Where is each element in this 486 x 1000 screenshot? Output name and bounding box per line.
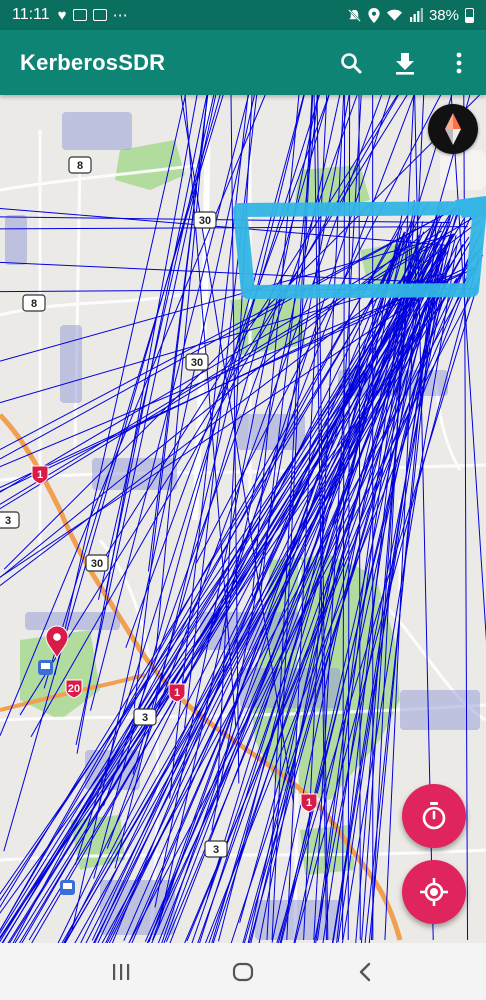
notification-icons: ♥ ⋯ <box>57 6 129 25</box>
mute-icon <box>348 8 361 22</box>
route-shield-label: 3 <box>142 712 148 724</box>
search-icon <box>341 52 362 73</box>
route-shield-label: 30 <box>199 215 211 227</box>
interstate-shield: 1 <box>300 793 318 813</box>
download-button[interactable] <box>378 36 432 90</box>
system-icons: 38% <box>347 7 474 24</box>
bus-stop-icon <box>60 880 75 895</box>
system-nav-bar <box>0 943 486 1000</box>
route-shield-label: 30 <box>191 357 203 369</box>
app-screen: 11:11 ♥ ⋯ 38% KerberosSDR 8 30 8 30 1 3 … <box>0 0 486 1000</box>
route-shield-label: 30 <box>91 558 103 570</box>
back-button[interactable] <box>335 947 395 997</box>
my-location-icon <box>420 878 448 906</box>
route-shield: 30 <box>193 211 217 229</box>
route-shield: 8 <box>68 156 92 174</box>
route-shield-label: 1 <box>174 687 180 699</box>
location-icon <box>368 7 380 23</box>
route-shield-label: 8 <box>31 298 37 310</box>
route-shield-label: 3 <box>5 515 11 527</box>
timer-icon <box>422 802 446 830</box>
heart-icon: ♥ <box>57 6 67 24</box>
status-bar: 11:11 ♥ ⋯ 38% <box>0 0 486 30</box>
route-shield-label: 1 <box>306 797 312 809</box>
bearing-line <box>144 277 440 942</box>
app-title: KerberosSDR <box>20 49 166 75</box>
mail-icon <box>92 9 107 21</box>
my-location-fab[interactable] <box>402 860 466 924</box>
status-time: 11:11 <box>12 6 50 23</box>
download-icon <box>396 52 414 75</box>
route-shield-label: 20 <box>68 683 80 695</box>
route-shield: 3 <box>0 511 20 529</box>
signal-icon <box>409 8 423 22</box>
recent-apps-icon <box>113 963 130 980</box>
app-bar: KerberosSDR <box>0 30 486 95</box>
mail-icon <box>72 9 87 21</box>
compass-button[interactable] <box>428 104 478 154</box>
timer-fab[interactable] <box>402 784 466 848</box>
overflow-menu-icon <box>456 52 462 73</box>
compass-icon <box>445 113 461 145</box>
overflow-menu-button[interactable] <box>432 36 486 90</box>
route-shield: 30 <box>85 554 109 572</box>
app-bar-actions <box>324 36 486 90</box>
route-shield: 3 <box>133 708 157 726</box>
route-shield-label: 8 <box>77 160 83 172</box>
route-shield-label: 1 <box>37 469 43 481</box>
back-icon <box>359 962 371 981</box>
home-icon <box>232 962 254 981</box>
wifi-icon <box>386 9 403 21</box>
home-button[interactable] <box>213 947 273 997</box>
battery-icon <box>465 7 474 23</box>
route-shield: 8 <box>22 294 46 312</box>
bearing-line <box>0 216 451 224</box>
route-shield: 3 <box>204 840 228 858</box>
recent-apps-button[interactable] <box>91 947 151 997</box>
route-shield-label: 3 <box>213 844 219 856</box>
bus-stop-icon <box>38 660 53 675</box>
more-dots-icon: ⋯ <box>112 7 129 24</box>
battery-percent: 38% <box>428 6 459 24</box>
search-button[interactable] <box>324 36 378 90</box>
route-shield: 30 <box>185 353 209 371</box>
